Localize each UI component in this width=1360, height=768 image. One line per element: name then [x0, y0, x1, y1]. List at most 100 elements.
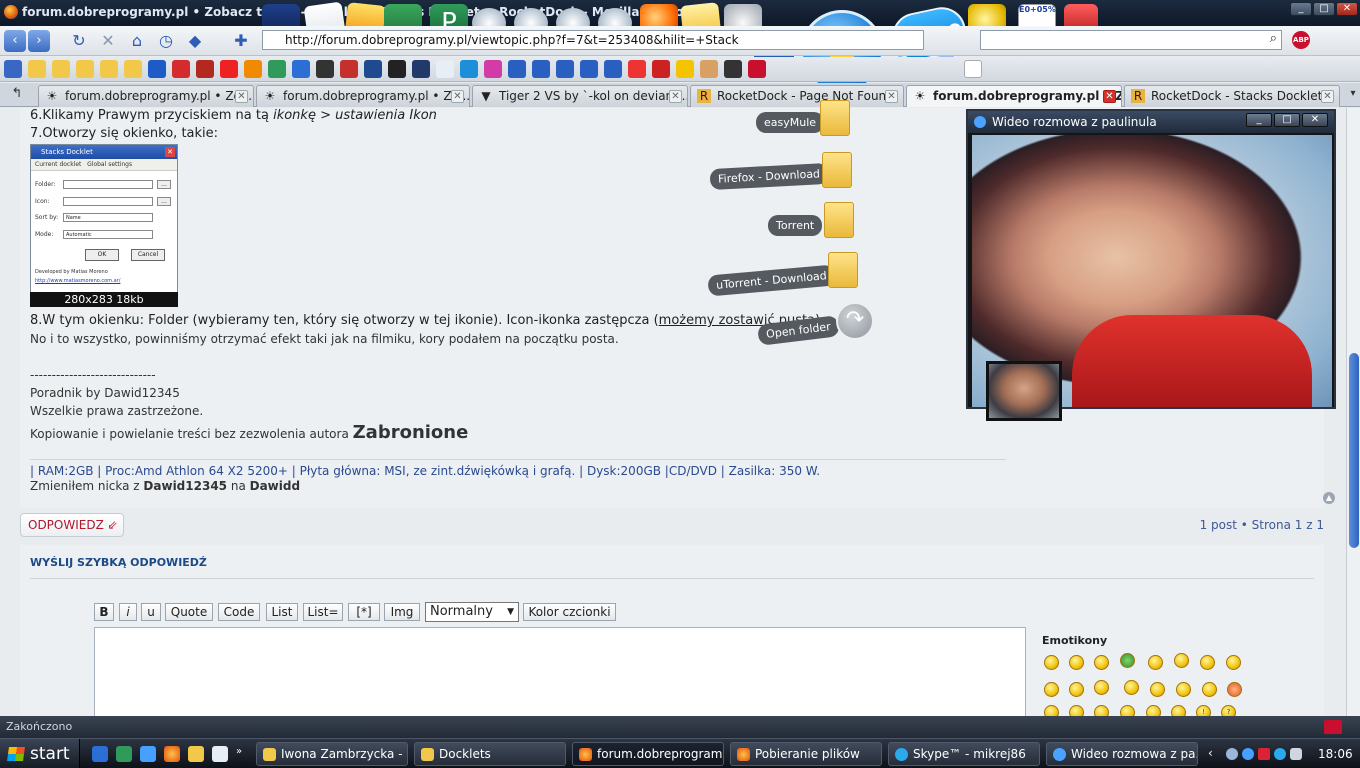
emoticon-icon[interactable]: [1094, 680, 1109, 695]
bookmark-folder-icon[interactable]: [124, 60, 142, 78]
forward-button[interactable]: ›: [28, 30, 50, 52]
list-item-button[interactable]: [*]: [348, 603, 380, 621]
quicklaunch-network-icon[interactable]: [140, 746, 156, 762]
vertical-scrollbar[interactable]: [1346, 108, 1360, 716]
scroll-top-icon[interactable]: ▲: [1323, 492, 1335, 504]
list-button[interactable]: List: [266, 603, 298, 621]
bookmark-folder-icon[interactable]: [52, 60, 70, 78]
gmail-icon[interactable]: [1324, 720, 1342, 734]
puzzle-icon[interactable]: ✚: [230, 30, 252, 52]
tray-skype-icon[interactable]: [1274, 748, 1286, 760]
bookmark-star-icon[interactable]: [676, 60, 694, 78]
stack-item-label[interactable]: Torrent: [768, 215, 823, 236]
tab-close-icon[interactable]: ✕: [885, 90, 898, 103]
bookmark-icon[interactable]: [724, 60, 742, 78]
reply-button[interactable]: ODPOWIEDZ ⇙: [20, 513, 124, 537]
quicklaunch-publisher-icon[interactable]: [116, 746, 132, 762]
emoticon-icon[interactable]: [1171, 705, 1186, 716]
video-minimize-button[interactable]: _: [1246, 113, 1272, 127]
exclamation-icon[interactable]: !: [1196, 705, 1211, 716]
emoticon-icon[interactable]: [1044, 682, 1059, 697]
tab-1[interactable]: ☀ forum.dobreprogramy.pl • Zo... ✕: [38, 85, 254, 107]
home-icon[interactable]: ⌂: [126, 30, 148, 52]
emoticon-icon[interactable]: [1044, 655, 1059, 670]
history-icon[interactable]: ◷: [155, 30, 177, 52]
tab-2[interactable]: ☀ forum.dobreprogramy.pl • Zo... ✕: [256, 85, 470, 107]
emoticon-icon[interactable]: [1200, 655, 1215, 670]
tab-close-icon[interactable]: ✕: [1321, 90, 1334, 103]
bookmark-icon[interactable]: [388, 60, 406, 78]
search-input[interactable]: ⌕: [980, 30, 1282, 50]
bookmark-icon[interactable]: [628, 60, 646, 78]
taskbar-item[interactable]: Docklets: [414, 742, 566, 766]
bookmark-1-icon[interactable]: [4, 60, 22, 78]
emoticon-icon[interactable]: [1044, 705, 1059, 716]
close-button[interactable]: ✕: [1336, 2, 1358, 16]
tab-overflow-icon[interactable]: ▾: [1342, 83, 1360, 105]
tab-close-icon[interactable]: ✕: [235, 90, 248, 103]
bookmark-proline-icon[interactable]: [508, 60, 526, 78]
bookmark-icon[interactable]: [316, 60, 334, 78]
font-color-button[interactable]: Kolor czcionki: [523, 603, 616, 621]
bookmark-icon[interactable]: [412, 60, 430, 78]
skype-video-window[interactable]: Wideo rozmowa z paulinula _ □ ✕: [966, 109, 1336, 421]
font-size-select[interactable]: Normalny ▼: [425, 602, 519, 622]
tab-4[interactable]: R RocketDock - Page Not Found ✕: [690, 85, 904, 107]
bookmark-icon[interactable]: [196, 60, 214, 78]
tray-icon[interactable]: [1242, 748, 1254, 760]
list-ordered-button[interactable]: List=: [303, 603, 343, 621]
taskbar-item-active[interactable]: forum.dobreprogram...: [572, 742, 724, 766]
quote-button[interactable]: Quote: [165, 603, 213, 621]
quicklaunch-firefox-icon[interactable]: [164, 746, 180, 762]
bookmark-icon[interactable]: [244, 60, 262, 78]
bookmark-icon[interactable]: [484, 60, 502, 78]
quicklaunch-icon[interactable]: [212, 746, 228, 762]
tab-close-icon[interactable]: ✕: [1103, 90, 1116, 103]
taskbar-item[interactable]: Skype™ - mikrej86: [888, 742, 1040, 766]
back-button[interactable]: ‹: [4, 30, 26, 52]
url-input[interactable]: http://forum.dobreprogramy.pl/viewtopic.…: [262, 30, 924, 50]
bookmark-icon[interactable]: ◆: [184, 30, 206, 52]
tab-close-icon[interactable]: ✕: [669, 90, 682, 103]
emoticon-icon[interactable]: [1094, 705, 1109, 716]
emoticon-icon[interactable]: [1174, 653, 1189, 668]
emoticon-icon[interactable]: [1069, 682, 1084, 697]
emoticon-icon[interactable]: [1094, 655, 1109, 670]
emoticon-icon[interactable]: [1069, 705, 1084, 716]
bookmark-icon[interactable]: [436, 60, 454, 78]
tray-expand-icon[interactable]: ‹: [1208, 746, 1224, 762]
tray-icon[interactable]: [1226, 748, 1238, 760]
stack-folder-icon[interactable]: [820, 100, 850, 136]
start-button[interactable]: start: [0, 739, 80, 768]
clock[interactable]: 18:06: [1318, 739, 1353, 768]
screenshot-thumbnail[interactable]: Stacks Docklet ✕ Current docklet Global …: [30, 144, 178, 307]
quicklaunch-desktop-icon[interactable]: [92, 746, 108, 762]
taskbar-item[interactable]: Iwona Zambrzycka - ...: [256, 742, 408, 766]
bold-button[interactable]: B: [94, 603, 114, 621]
stack-folder-icon[interactable]: [824, 202, 854, 238]
emoticon-icon[interactable]: [1069, 655, 1084, 670]
emoticon-icon[interactable]: [1202, 682, 1217, 697]
stack-item-label[interactable]: easyMule: [756, 112, 825, 133]
bookmark-icon[interactable]: [340, 60, 358, 78]
bookmark-icon[interactable]: [364, 60, 382, 78]
code-button[interactable]: Code: [218, 603, 260, 621]
adblock-icon[interactable]: ABP: [1292, 31, 1310, 49]
emoticon-icon[interactable]: [1176, 682, 1191, 697]
bookmark-proline-icon[interactable]: [556, 60, 574, 78]
bookmark-youtube-icon[interactable]: [220, 60, 238, 78]
img-button[interactable]: Img: [384, 603, 420, 621]
pagination-info[interactable]: 1 post • Strona 1 z 1: [1200, 518, 1324, 532]
bookmark-proline-icon[interactable]: [580, 60, 598, 78]
quicklaunch-more-icon[interactable]: »: [236, 746, 252, 762]
bookmark-icon[interactable]: [268, 60, 286, 78]
bookmark-folder-icon[interactable]: [28, 60, 46, 78]
emoticon-icon[interactable]: [1148, 655, 1163, 670]
reload-icon[interactable]: ↻: [68, 30, 90, 52]
minimize-button[interactable]: _: [1290, 2, 1312, 16]
tab-6[interactable]: R RocketDock - Stacks Docklet ✕: [1124, 85, 1340, 107]
taskbar-item[interactable]: Pobieranie plików: [730, 742, 882, 766]
bookmark-icon[interactable]: [748, 60, 766, 78]
bookmark-icon[interactable]: [460, 60, 478, 78]
tab-5-active[interactable]: ☀ forum.dobreprogramy.pl • Z... ✕: [906, 85, 1122, 107]
